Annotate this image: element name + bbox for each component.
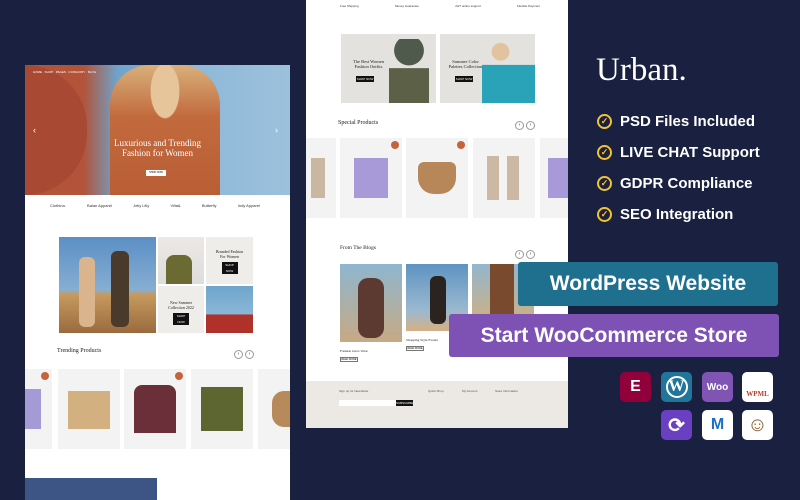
woocommerce-store-button[interactable]: Start WooCommerce Store <box>449 314 779 357</box>
check-circle-icon: ✓ <box>597 145 612 160</box>
promo-title: For Women <box>220 254 239 259</box>
check-circle-icon: ✓ <box>597 176 612 191</box>
blog-post-title[interactable]: Shopping Style Events <box>406 338 438 342</box>
nav-bar: HOME · SHOP · PAGES · CATEGORY · BLOG <box>33 70 97 74</box>
brand-logo: Indy Apparel <box>237 203 260 208</box>
hero-banner: HOME · SHOP · PAGES · CATEGORY · BLOG ‹ … <box>25 65 290 195</box>
collage-image-1 <box>158 237 204 284</box>
feature-item: Free Shipping <box>340 4 359 8</box>
bottom-block <box>25 478 157 500</box>
trending-title: Trending Products <box>57 348 102 354</box>
feature-item: Flexible Payment <box>516 4 540 8</box>
collage-main-image <box>59 237 156 333</box>
wordpress-icon: W <box>661 372 692 402</box>
banner-title: Fashion Outfits <box>354 64 383 69</box>
feature-label: GDPR Compliance <box>620 175 753 192</box>
read-more-button[interactable]: READ MORE <box>406 346 424 351</box>
promo-button[interactable]: SHOP NOW <box>221 262 238 274</box>
banner-title: Palettes Collection <box>448 64 483 69</box>
blogs-title: From The Blogs <box>340 245 376 251</box>
brand-logo: Clothina. <box>50 203 66 208</box>
product-card[interactable] <box>258 369 290 449</box>
megamenu-icon: M <box>702 410 733 440</box>
feature-item: ✓ SEO Integration <box>597 206 733 223</box>
check-circle-icon: ✓ <box>597 114 612 129</box>
middle-mockup: Free Shipping Money Guarantee 24/7 onlin… <box>306 0 568 428</box>
promo-button[interactable]: SHOP NOW <box>173 313 189 325</box>
collage-image-2 <box>206 286 253 333</box>
banner-button[interactable]: SHOP NOW <box>455 76 473 82</box>
next-arrow[interactable]: › <box>275 125 278 135</box>
mailchimp-icon: ☺ <box>742 410 773 440</box>
trending-next[interactable]: › <box>245 350 254 359</box>
banner-1: The Best Women Fashion Outfits SHOP NOW <box>341 34 436 103</box>
blogs-prev[interactable]: ‹ <box>515 250 524 259</box>
trending-prev[interactable]: ‹ <box>234 350 243 359</box>
product-card[interactable] <box>25 369 52 449</box>
product-card[interactable] <box>124 369 186 449</box>
banner-button[interactable]: SHOP NOW <box>356 76 374 82</box>
wordpress-glyph: W <box>665 376 688 398</box>
features-row: Free Shipping Money Guarantee 24/7 onlin… <box>340 4 540 8</box>
feature-item: ✓ GDPR Compliance <box>597 175 753 192</box>
product-card[interactable] <box>340 138 402 218</box>
newsletter-title: Sign up for Newsletter <box>339 389 369 393</box>
collage-promo-2: New Summer Collection 2022 SHOP NOW <box>158 286 204 333</box>
feature-label: LIVE CHAT Support <box>620 144 760 161</box>
footer-col-title: My Account <box>462 389 478 393</box>
product-card[interactable] <box>58 369 120 449</box>
wpml-icon: WPML <box>742 372 773 402</box>
feature-item: 24/7 online support <box>455 4 481 8</box>
brand-logo: Butterfly <box>201 203 217 208</box>
blog-post-title[interactable]: Fashion Glow Wear <box>340 349 368 353</box>
footer-col-title: Quick Shop <box>428 389 444 393</box>
collage-promo-1: Branded Fashion For Women SHOP NOW <box>206 237 253 284</box>
product-card[interactable] <box>306 138 336 218</box>
product-card[interactable] <box>406 138 468 218</box>
blogs-next[interactable]: › <box>526 250 535 259</box>
banner-2: Summer Color Palettes Collection SHOP NOW <box>440 34 535 103</box>
left-mockup: HOME · SHOP · PAGES · CATEGORY · BLOG ‹ … <box>25 65 290 500</box>
footer-col-title: Store Information <box>495 389 519 393</box>
check-circle-icon: ✓ <box>597 207 612 222</box>
feature-label: PSD Files Included <box>620 113 756 130</box>
blog-image[interactable] <box>340 264 402 342</box>
newsletter-input[interactable] <box>339 400 396 406</box>
promo-title: Collection 2022 <box>168 305 194 310</box>
footer: Sign up for Newsletter SUBSCRIBE Quick S… <box>306 381 568 428</box>
special-title: Special Products <box>338 120 379 126</box>
brand-logo: Jelly Lilly <box>133 203 150 208</box>
read-more-button[interactable]: READ MORE <box>340 357 358 362</box>
feature-item: ✓ PSD Files Included <box>597 113 755 130</box>
product-card[interactable] <box>473 138 535 218</box>
brand-logo: Balan Apparel <box>87 203 112 208</box>
product-card[interactable] <box>191 369 253 449</box>
hero-shop-button[interactable]: SHOP NOW <box>146 170 166 176</box>
special-next[interactable]: › <box>526 121 535 130</box>
hero-title-line1: Luxurious and Trending <box>113 138 201 148</box>
brand-strip: Clothina. Balan Apparel Jelly Lilly Vill… <box>50 203 260 208</box>
hero-title-line2: Fashion for Women <box>121 148 194 158</box>
prev-arrow[interactable]: ‹ <box>33 125 36 135</box>
brand-title: Urban. <box>596 52 687 88</box>
product-card[interactable] <box>540 138 568 218</box>
sync-icon: ⟳ <box>661 410 692 440</box>
woocommerce-icon: Woo <box>702 372 733 402</box>
brand-logo: Villa& <box>170 203 181 208</box>
feature-item: Money Guarantee <box>394 4 419 8</box>
elementor-icon: E <box>620 372 651 402</box>
wordpress-website-button[interactable]: WordPress Website <box>518 262 778 306</box>
feature-item: ✓ LIVE CHAT Support <box>597 144 760 161</box>
special-prev[interactable]: ‹ <box>515 121 524 130</box>
feature-label: SEO Integration <box>620 206 734 223</box>
subscribe-button[interactable]: SUBSCRIBE <box>396 400 413 406</box>
